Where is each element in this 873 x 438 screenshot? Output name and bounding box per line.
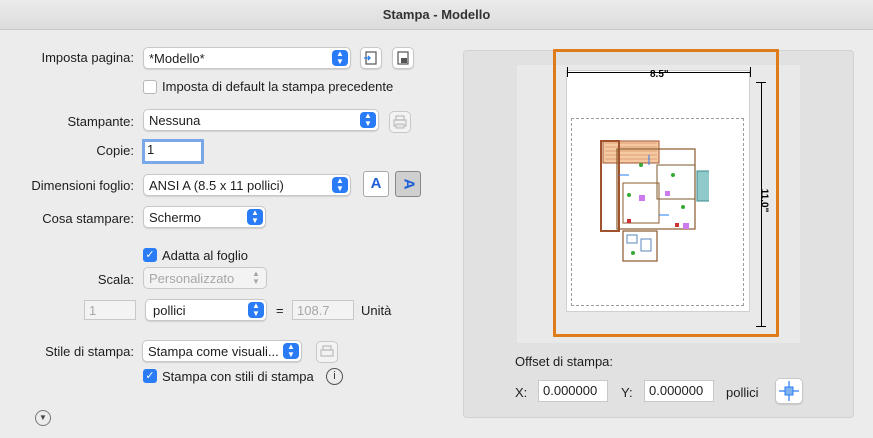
save-icon [397,51,409,65]
printer-icon [320,345,334,357]
import-icon [364,51,377,65]
printer-value: Nessuna [149,113,201,128]
preview-panel: 8.5" 11.0" Offset di stampa: X: 0.000000… [463,49,854,418]
print-dialog: Imposta pagina: *Modello* ▲ ▼ Imposta di … [0,30,873,438]
chevron-updown-icon: ▲ ▼ [283,343,299,359]
offset-title: Offset di stampa: [515,354,614,369]
paper-size-popup[interactable]: ANSI A (8.5 x 11 pollici) ▲ ▼ [143,174,351,196]
scale-right-field[interactable]: 108.7 [292,300,354,320]
plot-with-styles-checkbox[interactable]: ✓ [143,369,157,383]
save-page-setup-button[interactable] [392,47,414,69]
printer-popup[interactable]: Nessuna ▲ ▼ [143,109,379,131]
scale-units-popup[interactable]: pollici ▲ ▼ [145,299,267,321]
printer-icon [393,115,407,129]
page-setup-popup[interactable]: *Modello* ▲ ▼ [143,47,351,69]
what-to-print-label: Cosa stampare: [42,211,134,226]
page-setup-label: Imposta pagina: [41,50,134,65]
default-print-checkbox[interactable] [143,80,157,94]
unit-label: Unità [361,303,392,318]
offset-x-label: X: [515,385,528,400]
plot-style-edit-button[interactable] [316,341,338,363]
preview-frame [553,49,779,337]
what-to-print-popup[interactable]: Schermo ▲ ▼ [143,206,266,228]
scale-popup[interactable]: Personalizzato ▲ ▼ [143,267,267,289]
center-icon [779,381,799,401]
scale-value: Personalizzato [149,271,235,286]
printer-label: Stampante: [67,114,135,129]
center-plot-button[interactable] [775,378,803,404]
offset-x-field[interactable]: 0.000000 [538,380,608,402]
chevron-updown-icon: ▲ ▼ [248,302,264,318]
scale-left-field[interactable]: 1 [84,300,136,320]
fit-to-paper-checkbox[interactable]: ✓ [143,248,157,262]
paper-size-label: Dimensioni foglio: [31,178,134,193]
chevron-updown-icon: ▲ ▼ [360,112,376,128]
import-page-setup-button[interactable] [360,47,382,69]
landscape-orientation-button[interactable]: A [395,171,421,197]
fit-to-paper-label: Adatta al foglio [162,248,249,263]
default-print-label: Imposta di default la stampa precedente [162,79,394,94]
equals-sign: = [276,303,284,318]
plot-style-value: Stampa come visuali... [148,344,279,359]
info-icon[interactable]: i [326,368,343,385]
chevron-updown-icon: ▲ ▼ [252,269,260,286]
plot-style-label: Stile di stampa: [45,344,134,359]
paper-size-value: ANSI A (8.5 x 11 pollici) [149,178,284,193]
printer-properties-button[interactable] [389,111,411,133]
scale-units-value: pollici [153,303,186,318]
page-setup-value: *Modello* [149,51,205,66]
chevron-updown-icon: ▲ ▼ [332,177,348,193]
plot-style-popup[interactable]: Stampa come visuali... ▲ ▼ [142,340,302,362]
window-title: Stampa - Modello [382,7,491,22]
scale-label: Scala: [97,272,134,287]
disclosure-chevron-icon[interactable]: ▼ [35,410,51,426]
landscape-glyph: A [400,178,417,190]
offset-y-field[interactable]: 0.000000 [644,380,714,402]
chevron-updown-icon: ▲ ▼ [332,50,348,66]
portrait-orientation-button[interactable]: A [363,171,389,197]
offset-y-label: Y: [621,385,633,400]
copies-label: Copie: [96,143,134,158]
plot-with-styles-label: Stampa con stili di stampa [162,369,314,384]
title-bar: Stampa - Modello [0,0,873,30]
offset-units-label: pollici [726,385,759,400]
what-to-print-value: Schermo [149,210,202,225]
chevron-updown-icon: ▲ ▼ [247,209,263,225]
copies-field[interactable]: 1 [142,139,204,164]
